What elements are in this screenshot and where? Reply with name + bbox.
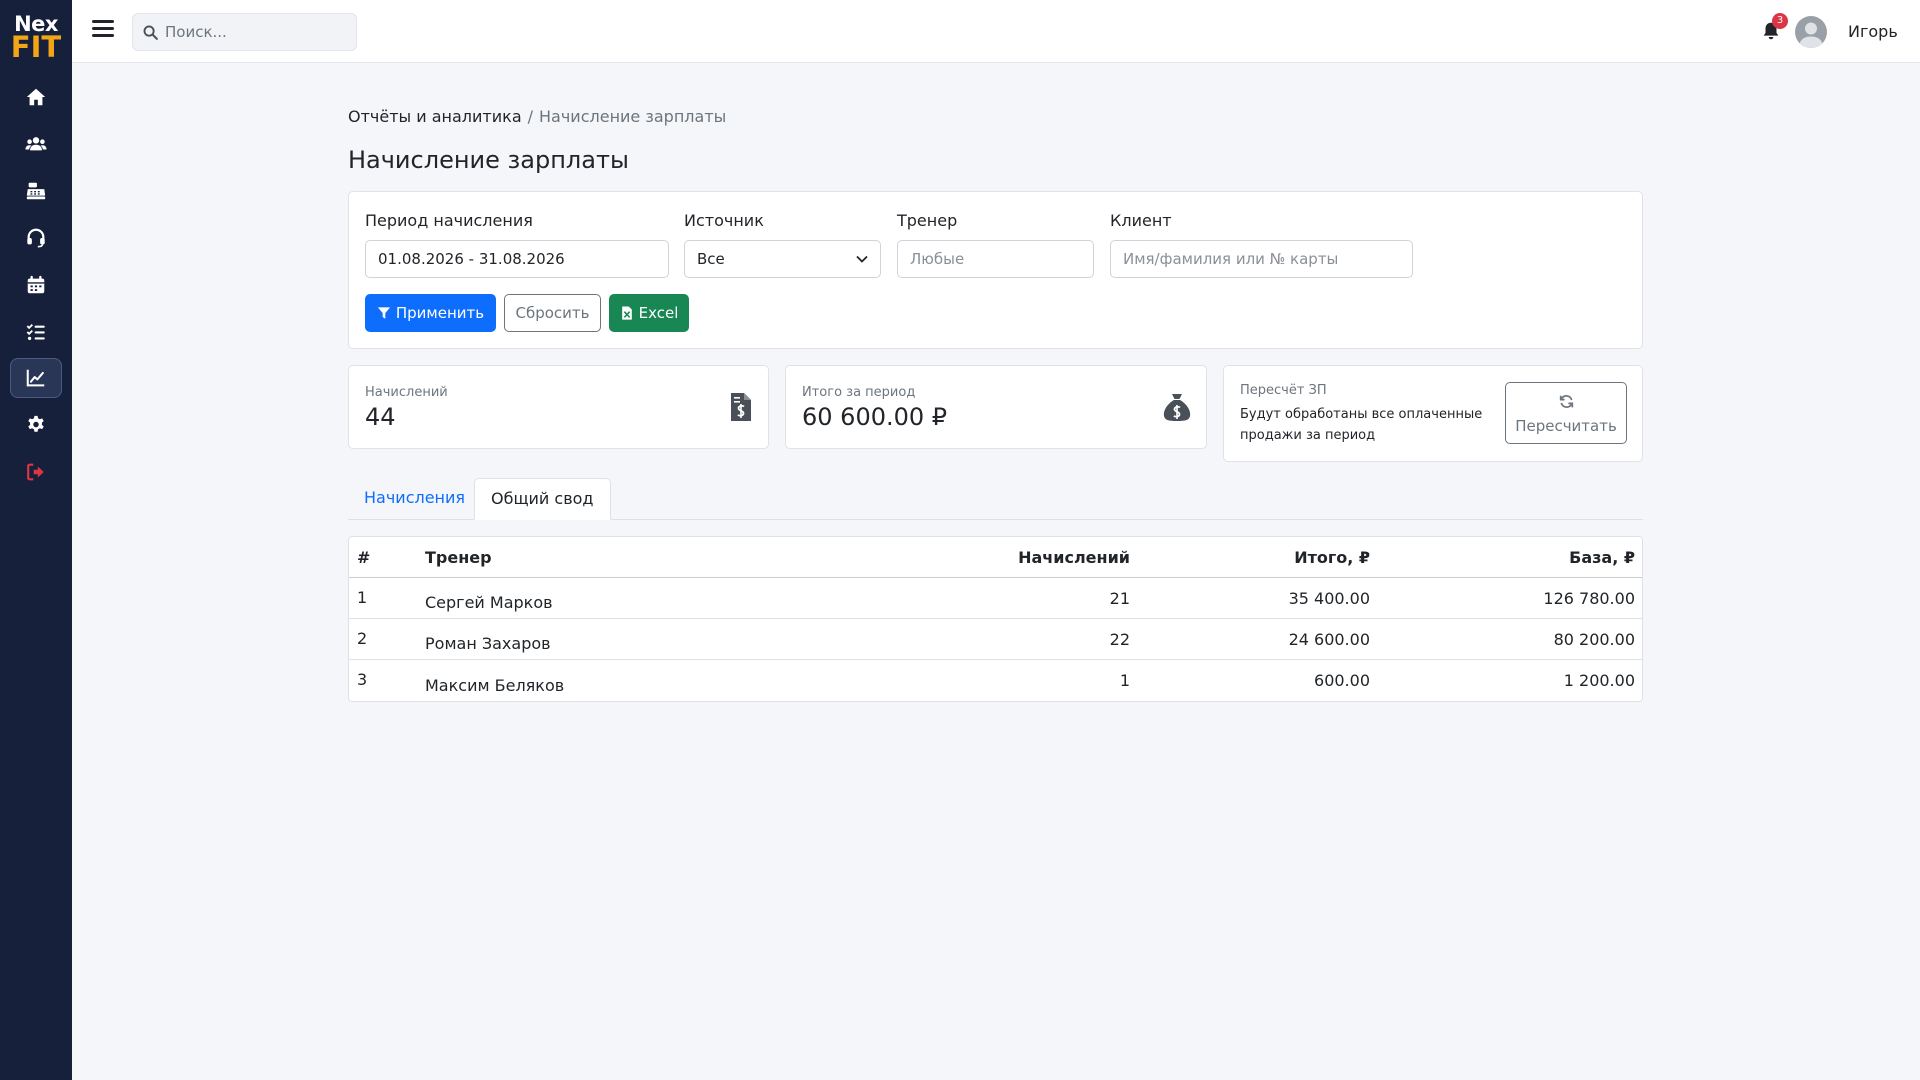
summary-table: # Тренер Начислений Итого, ₽ База, ₽ 1 С… — [348, 536, 1643, 702]
chevron-down-icon — [856, 255, 868, 263]
column-header-count: Начислений — [1018, 547, 1130, 567]
home-icon — [26, 88, 46, 106]
users-icon — [25, 137, 47, 151]
logout-icon — [27, 463, 44, 481]
brand-logo-line2: FIT — [10, 30, 62, 64]
cash-register-icon — [26, 182, 46, 200]
sidebar-item-logout[interactable] — [10, 452, 62, 492]
excel-export-button[interactable]: Excel — [609, 294, 689, 332]
client-input[interactable] — [1110, 240, 1413, 278]
search-input[interactable] — [165, 14, 350, 50]
table-row: 1 Сергей Марков 21 35 400.00 126 780.00 — [349, 578, 1642, 619]
recalc-description: Будут обработаны все оплаченные продажи … — [1240, 407, 1483, 443]
row-base: 1 200.00 — [1563, 671, 1635, 690]
stat-total-value: 60 600.00 ₽ — [802, 403, 948, 431]
sidebar-item-sales[interactable] — [10, 171, 62, 211]
row-count: 22 — [1109, 629, 1130, 649]
row-trainer: Сергей Марков — [425, 593, 553, 612]
breadcrumb-separator: / — [527, 107, 534, 126]
sidebar-item-clients[interactable] — [10, 124, 62, 164]
notification-badge: 3 — [1772, 13, 1788, 29]
apply-button[interactable]: Применить — [365, 294, 496, 332]
row-base: 126 780.00 — [1543, 588, 1635, 608]
breadcrumb: Отчёты и аналитика / Начисление зарплаты — [348, 107, 726, 126]
trainer-input[interactable] — [897, 240, 1094, 278]
sidebar: Nex FIT — [0, 0, 72, 1080]
chart-line-icon — [26, 369, 45, 387]
avatar[interactable] — [1795, 16, 1827, 48]
stat-count-label: Начислений — [365, 385, 448, 400]
row-total: 600.00 — [1314, 671, 1370, 690]
row-total: 35 400.00 — [1288, 588, 1370, 608]
sidebar-item-settings[interactable] — [10, 405, 62, 445]
stat-total-card: Итого за период 60 600.00 ₽ — [785, 365, 1207, 449]
breadcrumb-current: Начисление зарплаты — [539, 107, 727, 126]
row-trainer: Роман Захаров — [425, 634, 551, 653]
stat-count-card: Начислений 44 — [348, 365, 769, 449]
gear-icon — [28, 415, 44, 432]
sidebar-item-reports[interactable] — [10, 358, 62, 398]
recalculate-button-label: Пересчитать — [1515, 417, 1617, 435]
client-label: Клиент — [1110, 211, 1172, 230]
refresh-icon — [1559, 395, 1574, 408]
source-select[interactable]: Все — [684, 240, 881, 278]
column-header-trainer: Тренер — [425, 547, 492, 567]
table-row: 3 Максим Беляков 1 600.00 1 200.00 — [349, 660, 1642, 701]
stat-count-value: 44 — [365, 403, 396, 431]
tab-summary[interactable]: Общий свод — [474, 478, 611, 520]
apply-button-label: Применить — [395, 304, 485, 322]
table-header-row: # Тренер Начислений Итого, ₽ База, ₽ — [349, 537, 1642, 578]
row-num: 1 — [357, 588, 368, 607]
row-trainer: Максим Беляков — [425, 676, 565, 695]
column-header-base: База, ₽ — [1569, 547, 1635, 567]
file-excel-icon — [621, 306, 632, 320]
recalc-card: Пересчёт ЗП Будут обработаны все оплачен… — [1223, 365, 1643, 462]
column-header-num: # — [357, 547, 371, 567]
sidebar-item-support[interactable] — [10, 218, 62, 258]
table-row: 2 Роман Захаров 22 24 600.00 80 200.00 — [349, 619, 1642, 660]
file-invoice-dollar-icon — [731, 393, 751, 421]
filter-icon — [377, 307, 390, 319]
period-label: Период начисления — [365, 211, 533, 230]
brand-logo[interactable]: Nex FIT — [0, 14, 72, 62]
row-count: 21 — [1109, 588, 1130, 608]
sidebar-item-tasks[interactable] — [10, 312, 62, 352]
menu-toggle-icon[interactable] — [92, 20, 114, 40]
filters-card: Период начисления Источник Все Тренер Кл… — [348, 191, 1643, 349]
sidebar-item-schedule[interactable] — [10, 265, 62, 305]
sidebar-item-home[interactable] — [10, 77, 62, 117]
excel-button-label: Excel — [638, 304, 679, 322]
reset-button[interactable]: Сбросить — [504, 294, 601, 332]
search-icon — [143, 25, 158, 40]
user-name[interactable]: Игорь — [1848, 22, 1898, 41]
source-label: Источник — [684, 211, 764, 230]
headset-icon — [27, 228, 45, 248]
period-input[interactable] — [365, 240, 669, 278]
calendar-icon — [27, 275, 45, 294]
recalc-title: Пересчёт ЗП — [1240, 383, 1327, 398]
tasks-icon — [26, 324, 45, 341]
stat-total-label: Итого за период — [802, 385, 916, 400]
row-count: 1 — [1119, 671, 1130, 690]
money-bag-icon — [1163, 394, 1191, 421]
reset-button-label: Сбросить — [515, 304, 590, 322]
trainer-label: Тренер — [897, 211, 958, 230]
breadcrumb-parent-link[interactable]: Отчёты и аналитика — [348, 107, 522, 126]
tab-accruals[interactable]: Начисления — [348, 478, 481, 520]
page-title: Начисление зарплаты — [348, 146, 629, 174]
search-box — [132, 13, 357, 51]
row-total: 24 600.00 — [1288, 629, 1370, 649]
column-header-total: Итого, ₽ — [1294, 547, 1370, 567]
recalculate-button[interactable]: Пересчитать — [1505, 382, 1627, 444]
row-num: 2 — [357, 629, 368, 648]
user-silhouette-icon — [1799, 22, 1823, 48]
row-num: 3 — [357, 670, 368, 689]
source-select-value: Все — [697, 250, 725, 268]
row-base: 80 200.00 — [1553, 629, 1635, 649]
top-bar: 3 Игорь — [72, 0, 1920, 63]
